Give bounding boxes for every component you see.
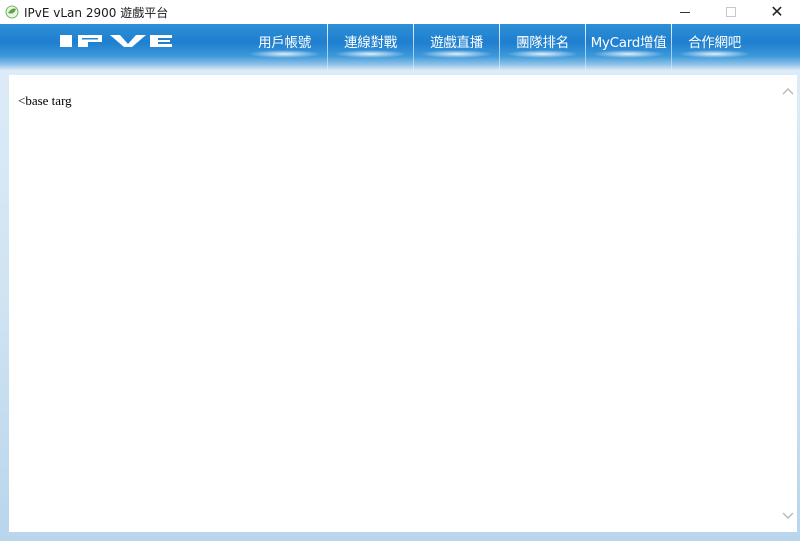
- maximize-icon: [726, 7, 736, 17]
- maximize-button[interactable]: [708, 0, 754, 24]
- leaf-app-icon: [5, 5, 19, 19]
- content-frame: <base targ: [0, 70, 800, 541]
- nav-item-mycard-topup[interactable]: MyCard增值: [586, 24, 671, 70]
- chevron-down-icon[interactable]: [781, 508, 795, 522]
- nav-item-account[interactable]: 用戶帳號: [242, 24, 327, 70]
- window-controls: ✕: [662, 0, 800, 24]
- minimize-icon: [680, 11, 690, 13]
- header-bar: 用戶帳號 連線對戰 遊戲直播 團隊排名 MyCard增值 合作網吧: [0, 24, 800, 70]
- content-panel[interactable]: <base targ: [9, 75, 797, 532]
- ipve-logo: [60, 35, 172, 47]
- nav-item-partner-cafe[interactable]: 合作網吧: [672, 24, 757, 70]
- title-bar: IPvE vLan 2900 遊戲平台 ✕: [0, 0, 800, 24]
- nav-item-game-live[interactable]: 遊戲直播: [414, 24, 499, 70]
- window-title: IPvE vLan 2900 遊戲平台: [24, 5, 169, 20]
- content-text: <base targ: [18, 93, 72, 108]
- nav-item-online-battle[interactable]: 連線對戰: [328, 24, 413, 70]
- chevron-up-icon[interactable]: [781, 85, 795, 99]
- main-nav: 用戶帳號 連線對戰 遊戲直播 團隊排名 MyCard增值 合作網吧: [242, 24, 757, 70]
- minimize-button[interactable]: [662, 0, 708, 24]
- close-button[interactable]: ✕: [754, 0, 800, 24]
- close-icon: ✕: [770, 2, 784, 21]
- nav-item-team-ranking[interactable]: 團隊排名: [500, 24, 585, 70]
